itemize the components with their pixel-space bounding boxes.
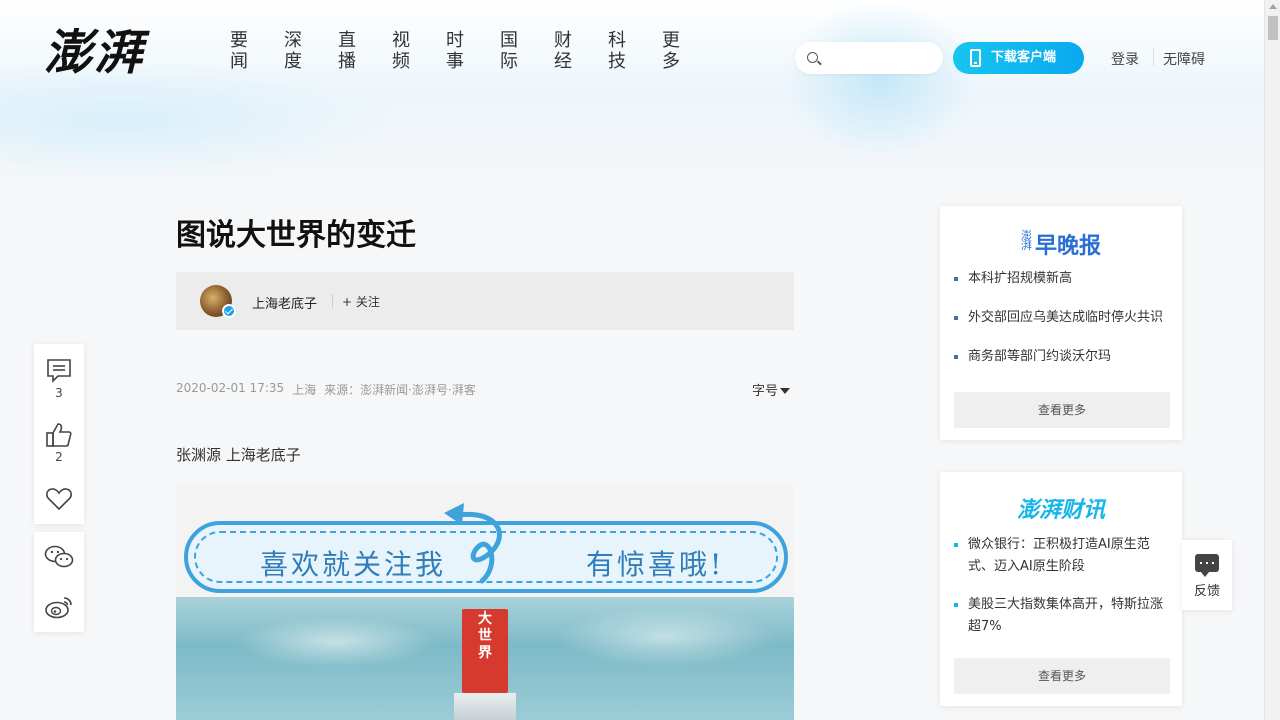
nav-item-live[interactable]: 直播 [320,30,374,72]
morning-evening-logo[interactable]: 澎湃 早晚报 [940,228,1182,260]
article-source: 来源：澎湃新闻·澎湃号·湃客 [324,383,476,397]
tower-image: 大世界 [454,609,516,720]
site-logo[interactable]: 澎湃 [44,22,152,84]
nav-item-video[interactable]: 视频 [374,30,428,72]
search-input[interactable] [825,46,935,70]
curved-arrow-icon [444,503,502,584]
follow-button[interactable]: + 关注 [342,293,380,310]
main-nav: 要闻 深度 直播 视频 时事 国际 财经 科技 更多 [212,30,698,72]
share-bar [34,532,84,632]
banner-text-right: 有惊喜哦! [586,548,725,581]
nav-item-depth[interactable]: 深度 [266,30,320,72]
article-meta: 2020-02-01 17:35 上海 来源：澎湃新闻·澎湃号·湃客 [176,381,476,398]
publish-location: 上海 [292,383,317,397]
page-scrollbar[interactable] [1264,0,1280,720]
search-icon [807,52,818,63]
article-image: 喜欢就关注我 有惊喜哦! 大世界 [176,485,794,720]
like-count: 2 [55,450,63,464]
header-divider [1153,48,1154,66]
scroll-up-icon[interactable] [1269,4,1277,9]
search-box[interactable] [795,42,943,74]
banner-text-left: 喜欢就关注我 [260,548,447,581]
article-action-bar: 3 2 [34,344,84,524]
weibo-icon [45,597,72,619]
article-byline: 张渊源 上海老底子 [176,446,301,464]
thumbs-up-icon [46,423,72,447]
list-item[interactable]: 本科扩招规模新高 [954,268,1168,290]
nav-item-more[interactable]: 更多 [644,30,698,72]
view-more-button[interactable]: 查看更多 [954,658,1170,694]
comment-count: 3 [55,386,63,400]
font-size-toggle[interactable]: 字号 [752,380,791,399]
publish-date: 2020-02-01 17:35 [176,381,285,395]
author-name[interactable]: 上海老底子 [252,293,317,312]
share-weibo-button[interactable] [34,594,84,620]
list-item[interactable]: 商务部等部门约谈沃尔玛 [954,346,1168,368]
nav-item-news[interactable]: 要闻 [212,30,266,72]
download-app-button[interactable]: 下载客户端 [953,42,1084,74]
wechat-icon [44,545,74,568]
list-item[interactable]: 外交部回应乌美达成临时停火共识 [954,307,1168,329]
nav-item-current-affairs[interactable]: 时事 [428,30,482,72]
phone-icon [970,49,981,67]
nav-item-tech[interactable]: 科技 [590,30,644,72]
author-divider [332,294,333,308]
scroll-thumb[interactable] [1268,16,1278,40]
site-header: 澎湃 要闻 深度 直播 视频 时事 国际 财经 科技 更多 下载客户端 登录 无… [0,0,1264,110]
comment-icon [47,359,71,383]
caret-down-icon [780,388,791,394]
comment-button[interactable]: 3 [34,358,84,400]
finance-news-logo[interactable]: 澎湃财讯 [940,492,1182,524]
finance-news-list: 微众银行：正积极打造AI原生范式、迈入AI原生阶段 美股三大指数集体高开，特斯拉… [954,534,1168,654]
heart-icon [46,488,72,511]
list-item[interactable]: 微众银行：正积极打造AI原生范式、迈入AI原生阶段 [954,534,1168,578]
author-bar: 上海老底子 + 关注 [176,272,794,330]
like-button[interactable]: 2 [34,422,84,464]
article-title: 图说大世界的变迁 [176,218,416,253]
share-wechat-button[interactable] [34,544,84,570]
favorite-button[interactable] [34,486,84,512]
morning-evening-card: 澎湃 早晚报 本科扩招规模新高 外交部回应乌美达成临时停火共识 商务部等部门约谈沃… [940,206,1182,440]
accessibility-link[interactable]: 无障碍 [1163,49,1205,69]
nav-item-finance[interactable]: 财经 [536,30,590,72]
finance-news-card: 澎湃财讯 微众银行：正积极打造AI原生范式、迈入AI原生阶段 美股三大指数集体高… [940,472,1182,706]
list-item[interactable]: 美股三大指数集体高开，特斯拉涨超7% [954,594,1168,638]
nav-item-international[interactable]: 国际 [482,30,536,72]
plus-icon: + [342,295,353,309]
morning-evening-list: 本科扩招规模新高 外交部回应乌美达成临时停火共识 商务部等部门约谈沃尔玛 [954,268,1168,385]
login-link[interactable]: 登录 [1111,49,1139,69]
feedback-button[interactable]: 反馈 [1182,540,1232,610]
verified-badge-icon [222,304,236,318]
feedback-icon [1195,554,1219,577]
view-more-button[interactable]: 查看更多 [954,392,1170,428]
